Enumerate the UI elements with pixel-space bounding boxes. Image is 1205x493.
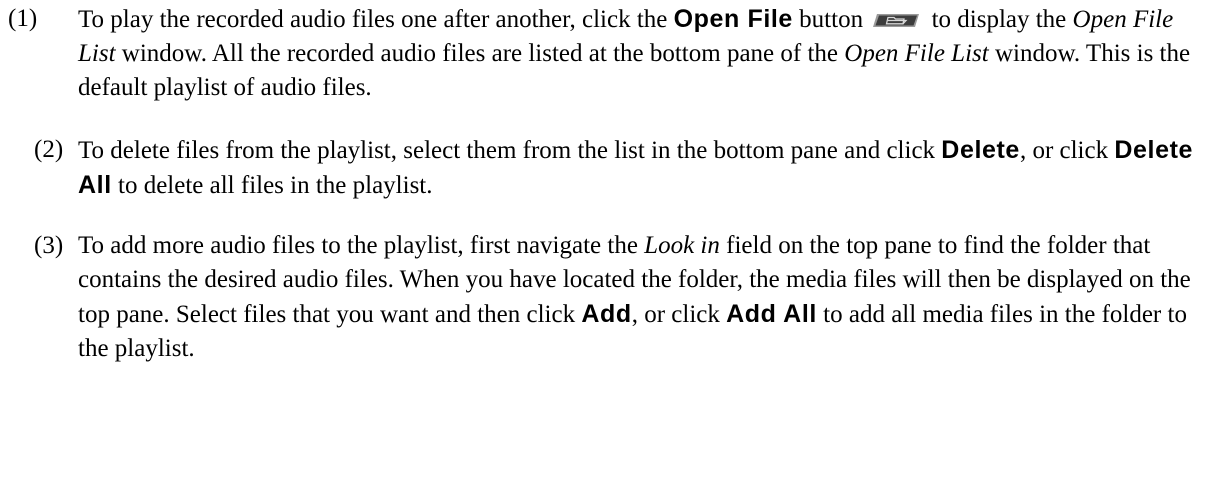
add-all-label: Add All <box>726 300 817 328</box>
text-segment: , or click <box>1019 137 1115 164</box>
delete-label: Delete <box>941 136 1020 164</box>
text-segment: to display the <box>925 6 1073 33</box>
list-item: (3) To add more audio files to the playl… <box>0 229 1205 366</box>
text-segment: To play the recorded audio files one aft… <box>78 6 674 33</box>
field-name: Look in <box>644 232 720 259</box>
text-segment: To add more audio files to the playlist,… <box>78 232 645 259</box>
text-segment: , or click <box>631 301 727 328</box>
item-number: (3) <box>34 232 64 259</box>
item-text: To add more audio files to the playlist,… <box>78 229 1202 366</box>
item-number: (1) <box>8 5 38 32</box>
open-file-label: Open File <box>673 5 793 33</box>
text-segment: To delete files from the playlist, selec… <box>78 137 942 164</box>
text-segment: button <box>799 6 870 33</box>
text-segment: to delete all files in the playlist. <box>111 172 433 199</box>
add-label: Add <box>581 300 632 328</box>
text-segment: window. All the recorded audio files are… <box>115 40 845 67</box>
window-name: Open File List <box>844 40 989 67</box>
item-text: To play the recorded audio files one aft… <box>78 2 1202 105</box>
list-item: (2) To delete files from the playlist, s… <box>0 133 1205 203</box>
item-text: To delete files from the playlist, selec… <box>78 133 1202 203</box>
item-number: (2) <box>34 136 64 163</box>
list-item: (1) To play the recorded audio files one… <box>0 2 1205 105</box>
document-page: (1) To play the recorded audio files one… <box>0 0 1205 366</box>
open-folder-icon <box>871 11 923 29</box>
